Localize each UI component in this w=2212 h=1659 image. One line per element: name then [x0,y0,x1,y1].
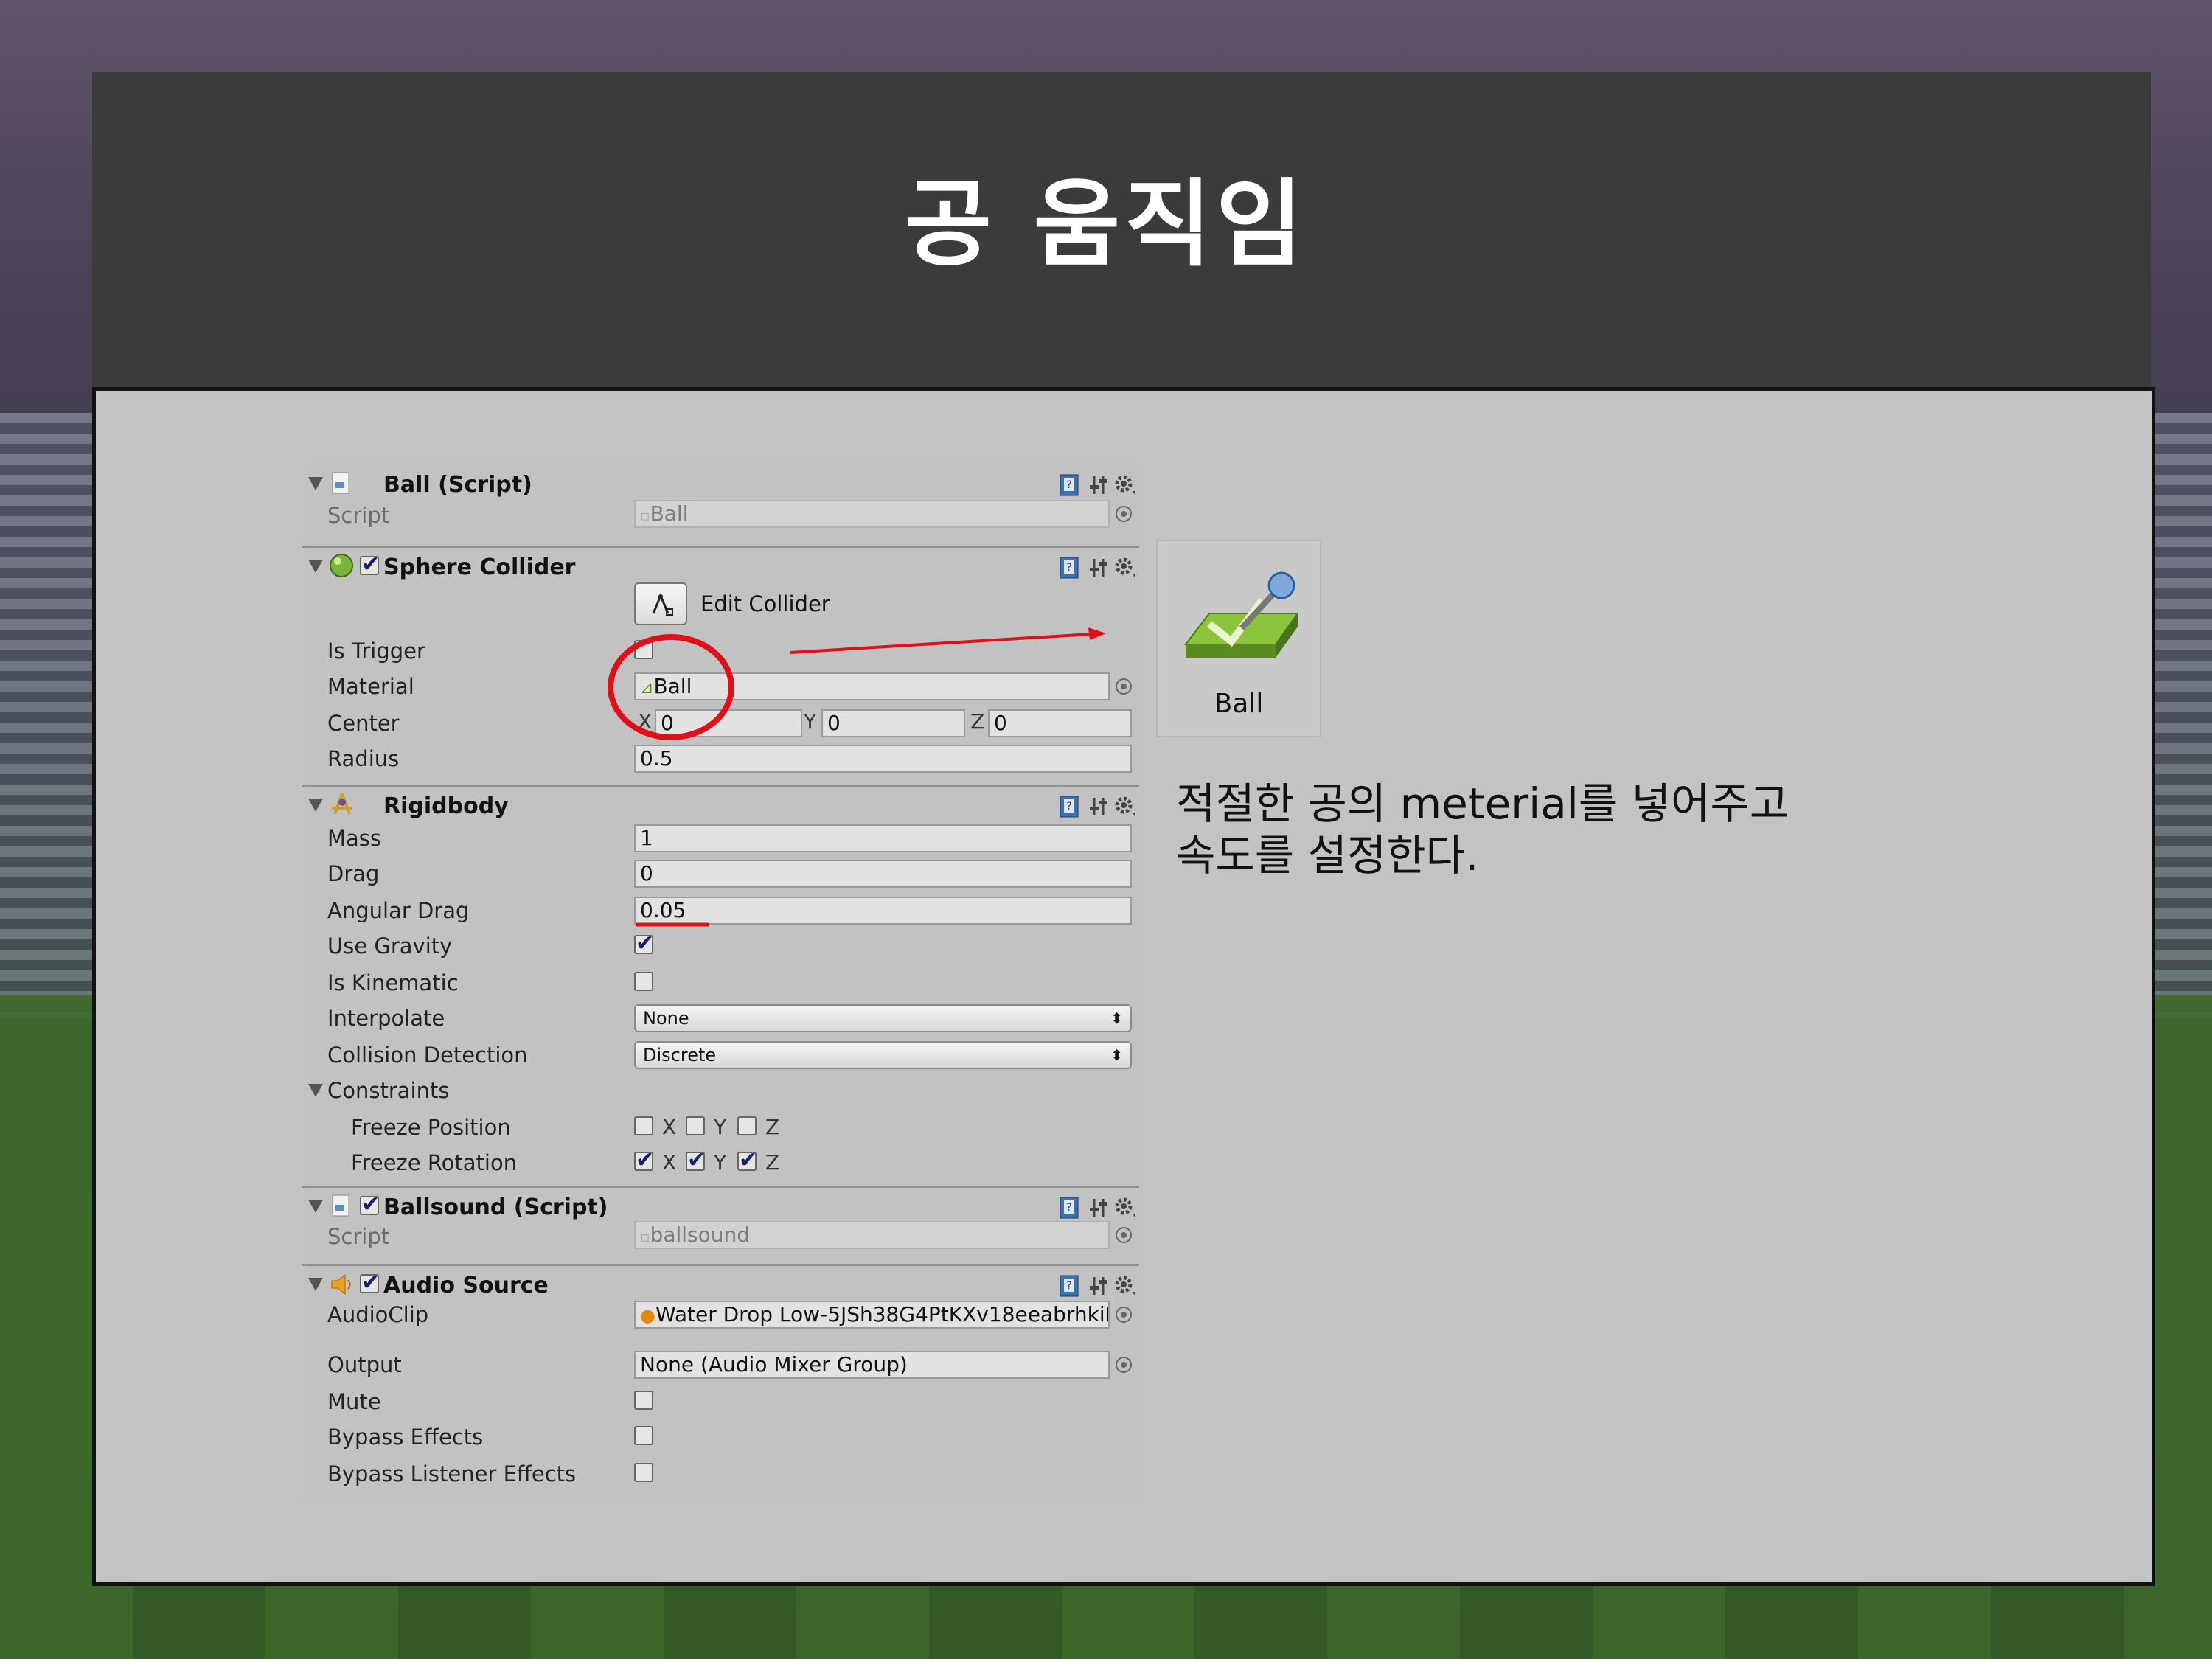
physic-material-icon [1183,571,1299,658]
annotation-arrow-line [790,633,1092,654]
material-preview-label: Ball [1214,689,1264,719]
annotation-arrow-head [1088,627,1106,640]
annotation-circle [608,634,734,740]
material-preview[interactable]: Ball [1156,540,1321,737]
caption-line-2: 속도를 설정한다. [1176,830,1479,880]
caption-line-1: 적절한 공의 meterial를 넣어주고 [1176,779,1790,829]
slide-caption: 적절한 공의 meterial를 넣어주고 속도를 설정한다. [1176,778,1913,881]
